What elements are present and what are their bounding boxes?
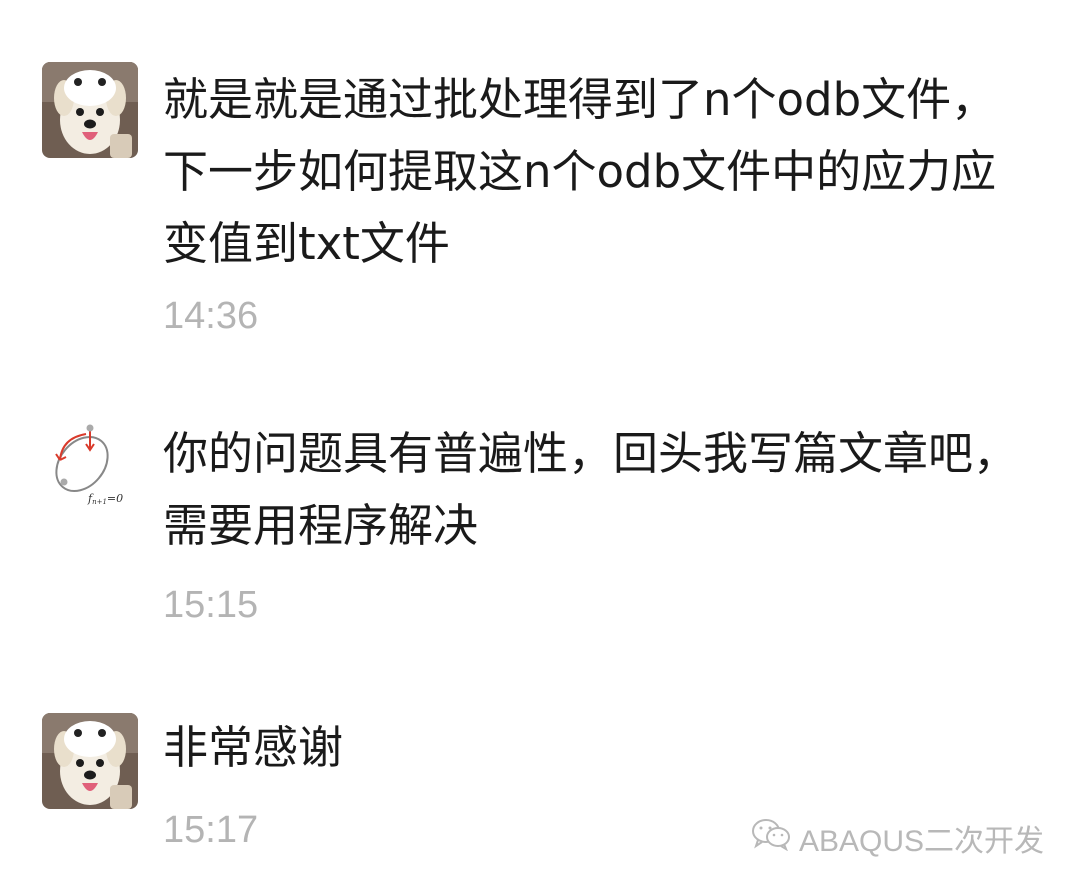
message-time: 15:17 [163, 809, 259, 851]
message-time: 14:36 [163, 295, 259, 337]
watermark-text: ABAQUS二次开发 [798, 825, 1044, 858]
avatar-author[interactable]: fn+1=0 [42, 416, 138, 512]
dog-avatar-image [42, 713, 138, 809]
message-text: 就是就是通过批处理得到了n个odb文件，下一步如何提取这n个odb文件中的应力应… [163, 73, 997, 270]
message-text: 你的问题具有普遍性，回头我写篇文章吧，需要用程序解决 [163, 427, 1019, 552]
dog-avatar-image [42, 62, 138, 158]
wechat-icon [751, 817, 791, 859]
avatar-dog[interactable] [42, 62, 138, 158]
message-text: 非常感谢 [163, 721, 344, 774]
avatar-dog[interactable] [42, 713, 138, 809]
watermark: ABAQUS二次开发 [751, 818, 1044, 858]
message-time: 15:15 [163, 584, 259, 626]
formula-avatar-image: fn+1=0 [42, 416, 138, 512]
